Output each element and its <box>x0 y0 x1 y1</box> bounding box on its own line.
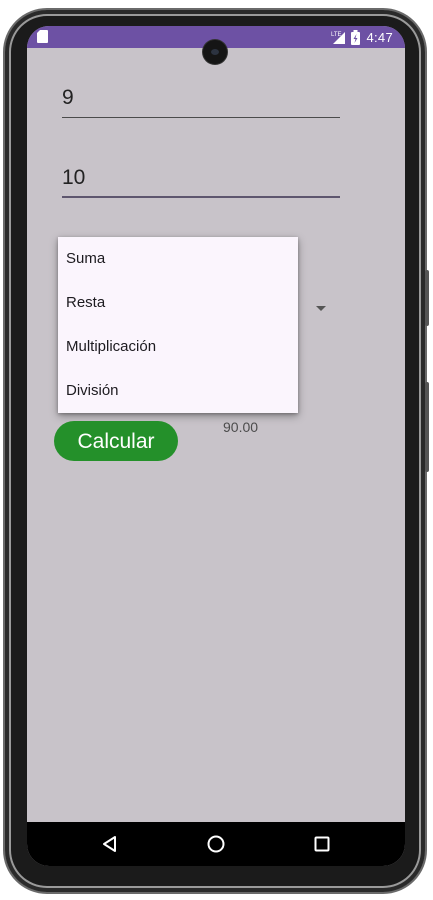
status-time: 4:47 <box>366 29 393 45</box>
operation-dropdown-menu: Suma Resta Multiplicación División <box>58 237 298 413</box>
home-icon[interactable] <box>206 834 226 854</box>
front-camera <box>203 40 227 64</box>
volume-button <box>425 270 429 326</box>
status-icons: LTE 4:47 <box>331 29 393 45</box>
navigation-bar <box>27 822 405 866</box>
svg-text:LTE: LTE <box>331 32 342 38</box>
menu-item-resta[interactable]: Resta <box>58 281 298 325</box>
app-screen: LTE 4:47 9 10 Suma Resta Multiplicación … <box>27 26 405 866</box>
sd-card-icon <box>37 30 48 43</box>
second-number-field[interactable]: 10 <box>62 158 340 198</box>
menu-item-suma[interactable]: Suma <box>58 237 298 281</box>
calculate-button[interactable]: Calcular <box>54 421 178 461</box>
first-number-field[interactable]: 9 <box>62 78 340 118</box>
dropdown-arrow-icon[interactable] <box>316 306 326 311</box>
menu-item-multiplicacion[interactable]: Multiplicación <box>58 325 298 369</box>
result-value: 90.00 <box>223 419 259 435</box>
recents-icon[interactable] <box>312 834 332 854</box>
battery-icon <box>351 29 361 45</box>
power-button <box>425 382 429 472</box>
lte-signal-icon: LTE <box>331 32 346 44</box>
back-icon[interactable] <box>100 834 120 854</box>
menu-item-division[interactable]: División <box>58 369 298 413</box>
